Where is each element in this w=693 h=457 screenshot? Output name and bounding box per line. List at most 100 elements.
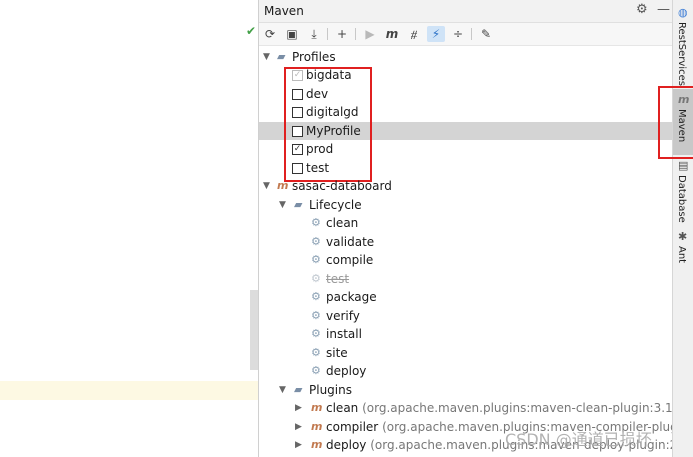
profile-checkbox-dev[interactable] (292, 89, 303, 100)
watermark: CSDN @通道已损坏 (505, 430, 652, 449)
run-icon[interactable]: ▶ (361, 26, 379, 42)
lifecycle-label: clean (326, 216, 359, 230)
lifecycle-item-deploy[interactable]: ⚙ deploy (259, 362, 672, 380)
lifecycle-folder-icon: ▰ (294, 198, 303, 211)
gear-icon: ⚙ (311, 216, 321, 229)
profile-label: bigdata (306, 68, 352, 82)
chevron-right-icon[interactable]: ▶ (295, 436, 302, 454)
skip-tests-icon[interactable]: ⚡ (427, 26, 445, 42)
side-tab-database[interactable]: ▤ Database (673, 157, 693, 223)
profile-item-dev[interactable]: dev (259, 85, 672, 103)
chevron-down-icon[interactable]: ▼ (263, 177, 270, 195)
plugins-label: Plugins (309, 383, 352, 397)
project-label: sasac-databoard (292, 179, 392, 193)
lifecycle-item-compile[interactable]: ⚙ compile (259, 251, 672, 269)
gear-icon: ⚙ (311, 309, 321, 322)
lifecycle-label: verify (326, 309, 360, 323)
execute-goal-icon[interactable]: m (383, 26, 401, 42)
lifecycle-label: site (326, 346, 348, 360)
gear-icon[interactable]: ⚙ (636, 2, 648, 17)
chevron-right-icon[interactable]: ▶ (295, 418, 302, 436)
profile-checkbox-bigdata[interactable]: ✓ (292, 70, 303, 81)
tree-node-profiles[interactable]: ▼ ▰ Profiles (259, 48, 672, 66)
toggle-offline-icon[interactable]: ⧣ (405, 26, 423, 42)
gear-icon: ⚙ (311, 290, 321, 303)
download-icon[interactable]: ⤓ (305, 26, 323, 42)
gear-icon: ⚙ (311, 272, 321, 285)
plugin-artifact: (org.apache.maven.plugins:maven-clean-pl… (362, 401, 672, 415)
collapse-all-icon[interactable]: ÷ (449, 26, 467, 42)
lifecycle-label: validate (326, 235, 375, 249)
lifecycle-item-package[interactable]: ⚙ package (259, 288, 672, 306)
side-tab-label: RestServices (676, 22, 687, 86)
ant-icon: ✱ (678, 230, 688, 243)
editor-scrollbar[interactable] (250, 290, 258, 370)
profile-label: test (306, 161, 330, 175)
toolbar-separator (327, 28, 328, 40)
globe-icon: ◍ (678, 6, 688, 19)
tree-node-lifecycle[interactable]: ▼ ▰ Lifecycle (259, 196, 672, 214)
profile-label: digitalgd (306, 105, 359, 119)
lifecycle-item-site[interactable]: ⚙ site (259, 344, 672, 362)
editor-area[interactable]: ✔ (0, 0, 258, 457)
chevron-right-icon[interactable]: ▶ (295, 399, 302, 417)
lifecycle-item-verify[interactable]: ⚙ verify (259, 307, 672, 325)
maven-plugin-icon: m (311, 438, 323, 451)
tree-node-project[interactable]: ▼ m sasac-databoard (259, 177, 672, 195)
profile-label: MyProfile (306, 124, 361, 138)
panel-title: Maven (264, 4, 304, 18)
generate-sources-icon[interactable]: ▣ (283, 26, 301, 42)
maven-project-icon: m (277, 179, 289, 192)
lifecycle-label: deploy (326, 364, 367, 378)
maven-icon: m (678, 93, 690, 106)
side-tab-label: Maven (676, 109, 687, 143)
side-tab-label: Ant (676, 246, 687, 264)
profile-item-prod[interactable]: ✓ prod (259, 140, 672, 158)
profile-checkbox-prod[interactable]: ✓ (292, 144, 303, 155)
chevron-down-icon[interactable]: ▼ (263, 48, 270, 66)
profile-label: prod (306, 142, 334, 156)
plugins-folder-icon: ▰ (294, 383, 303, 396)
profile-item-myprofile[interactable]: MyProfile (259, 122, 672, 140)
profile-checkbox-myprofile[interactable] (292, 126, 303, 137)
maven-plugin-icon: m (311, 420, 323, 433)
maven-toolbar: ⟳ ▣ ⤓ + ▶ m ⧣ ⚡ ÷ ✎ (259, 23, 672, 46)
gear-icon: ⚙ (311, 327, 321, 340)
lifecycle-item-test[interactable]: ⚙ test (259, 270, 672, 288)
profile-item-bigdata[interactable]: ✓ bigdata (259, 66, 672, 84)
maven-panel: Maven ⚙ — ⟳ ▣ ⤓ + ▶ m ⧣ ⚡ ÷ ✎ ▼ ▰ Profil… (259, 0, 672, 457)
lifecycle-item-install[interactable]: ⚙ install (259, 325, 672, 343)
gear-icon: ⚙ (311, 253, 321, 266)
plugin-name: clean (326, 401, 359, 415)
profile-checkbox-digitalgd[interactable] (292, 107, 303, 118)
add-icon[interactable]: + (333, 26, 351, 42)
panel-header: Maven ⚙ — (259, 0, 672, 23)
database-icon: ▤ (678, 159, 689, 172)
profiles-label: Profiles (292, 50, 336, 64)
plugin-name: deploy (326, 438, 367, 452)
refresh-icon[interactable]: ⟳ (261, 26, 279, 42)
minimize-icon[interactable]: — (657, 2, 670, 17)
lifecycle-item-validate[interactable]: ⚙ validate (259, 233, 672, 251)
profile-item-digitalgd[interactable]: digitalgd (259, 103, 672, 121)
tree-node-plugins[interactable]: ▼ ▰ Plugins (259, 381, 672, 399)
settings-wrench-icon[interactable]: ✎ (477, 26, 495, 42)
profile-checkbox-test[interactable] (292, 163, 303, 174)
lifecycle-item-clean[interactable]: ⚙ clean (259, 214, 672, 232)
toolbar-separator (355, 28, 356, 40)
side-tab-maven[interactable]: m Maven (673, 89, 693, 155)
chevron-down-icon[interactable]: ▼ (279, 381, 286, 399)
profile-item-test[interactable]: test (259, 159, 672, 177)
lifecycle-label: test (326, 272, 350, 286)
profiles-folder-icon: ▰ (277, 50, 286, 63)
side-tab-restservices[interactable]: ◍ RestServices (673, 2, 693, 86)
side-tab-ant[interactable]: ✱ Ant (673, 228, 693, 266)
gear-icon: ⚙ (311, 364, 321, 377)
side-tab-label: Database (676, 175, 687, 223)
plugin-item-clean[interactable]: ▶ m clean (org.apache.maven.plugins:mave… (259, 399, 672, 417)
tool-window-strip: ◍ RestServices m Maven ▤ Database ✱ Ant (672, 0, 693, 457)
lifecycle-label: install (326, 327, 362, 341)
chevron-down-icon[interactable]: ▼ (279, 196, 286, 214)
maven-plugin-icon: m (311, 401, 323, 414)
plugin-name: compiler (326, 420, 379, 434)
